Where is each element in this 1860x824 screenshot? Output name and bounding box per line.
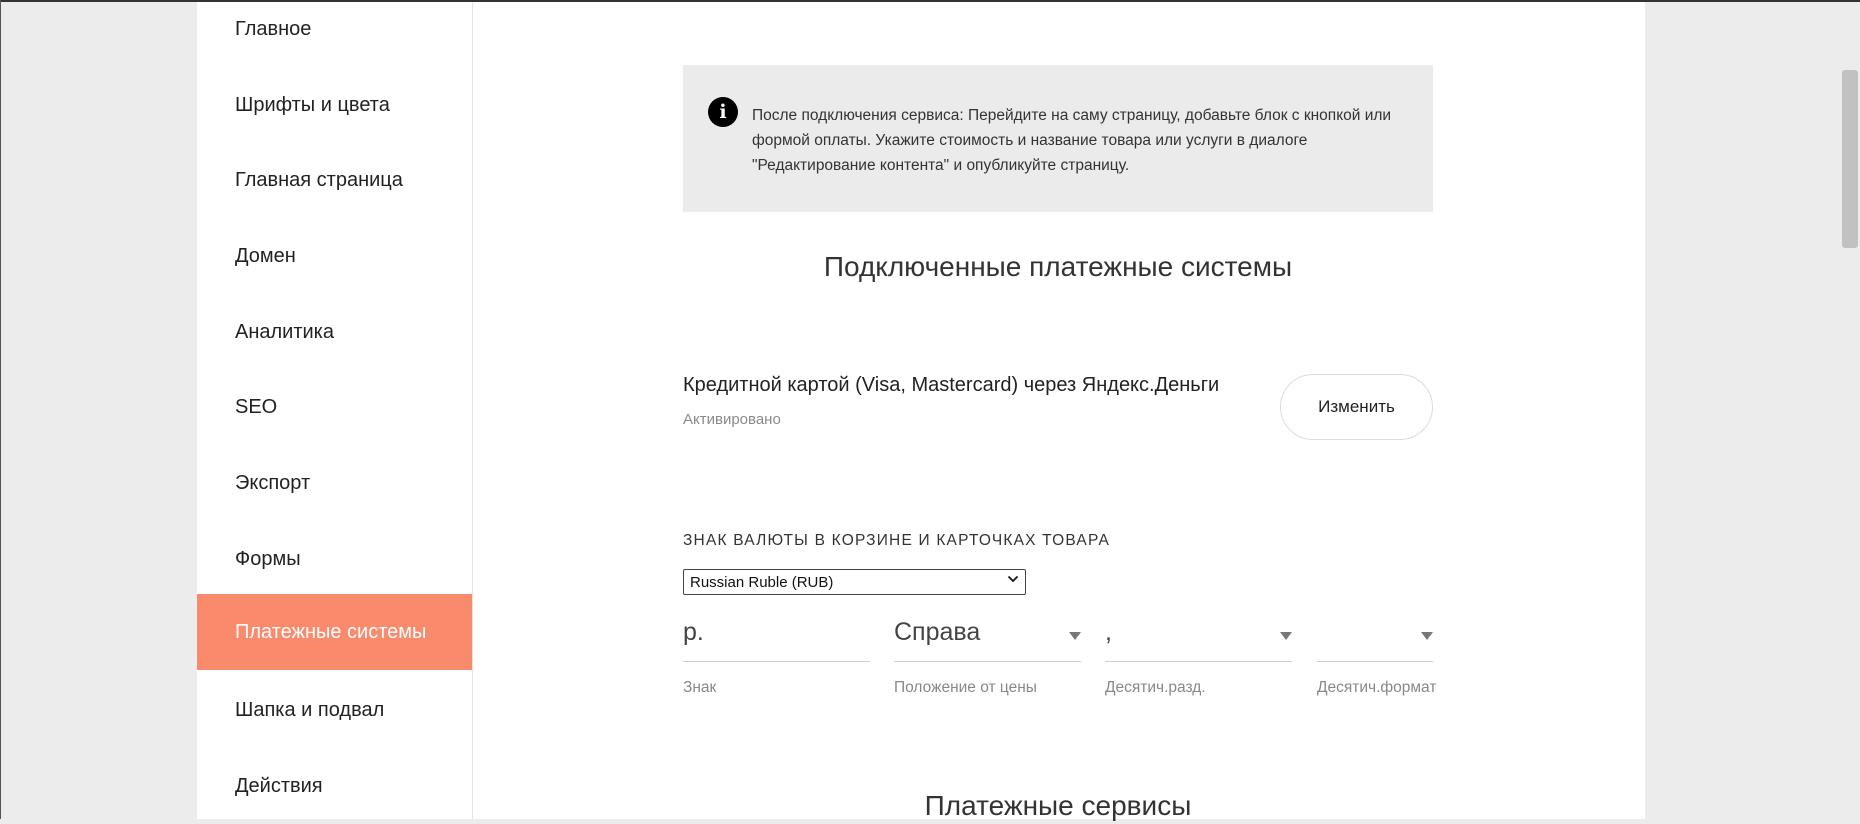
sidebar-item-fonts-colors[interactable]: Шрифты и цвета [197, 67, 472, 143]
sidebar-item-forms[interactable]: Формы [197, 521, 472, 597]
payment-system-name: Кредитной картой (Visa, Mastercard) чере… [683, 374, 1220, 396]
sidebar-item-label: Шрифты и цвета [235, 93, 390, 116]
currency-select[interactable]: Russian Ruble (RUB) [683, 569, 1026, 595]
decimal-format-select[interactable] [1317, 614, 1433, 662]
sidebar-item-label: SEO [235, 395, 278, 418]
sidebar-item-seo[interactable]: SEO [197, 369, 472, 445]
decimal-format-field-label: Десятич.формат [1317, 679, 1437, 696]
sidebar-item-analytics[interactable]: Аналитика [197, 294, 472, 370]
connected-systems-title: Подключенные платежные системы [823, 251, 1293, 282]
sidebar-item-actions[interactable]: Действия [197, 748, 472, 824]
currency-select-value: Russian Ruble (RUB) [690, 573, 834, 591]
sidebar-item-home-page[interactable]: Главная страница [197, 142, 472, 218]
dropdown-arrow-icon [1421, 632, 1433, 640]
decimal-separator-select[interactable]: , [1105, 614, 1292, 662]
decimal-separator-value: , [1105, 618, 1112, 646]
payment-services-title: Платежные сервисы [924, 790, 1192, 821]
sidebar-item-label: Формы [235, 547, 301, 570]
sidebar-item-main[interactable]: Главное [197, 0, 472, 67]
currency-sign-label: ЗНАК ВАЛЮТЫ В КОРЗИНЕ И КАРТОЧКАХ ТОВАРА [683, 532, 1111, 549]
dropdown-arrow-icon [1069, 632, 1081, 640]
currency-position-field-label: Положение от цены [894, 679, 1037, 696]
currency-position-value: Справа [894, 618, 981, 646]
sidebar-item-domain[interactable]: Домен [197, 218, 472, 294]
dropdown-arrow-icon [1280, 632, 1292, 640]
currency-position-select[interactable]: Справа [894, 614, 1081, 662]
sidebar-item-label: Домен [235, 244, 296, 267]
sidebar-item-payment-systems[interactable]: Платежные системы [197, 594, 472, 670]
sidebar-item-header-footer[interactable]: Шапка и подвал [197, 672, 472, 748]
main-content: i После подключения сервиса: Перейдите н… [473, 2, 1645, 821]
chevron-down-icon [1007, 573, 1019, 588]
decimal-separator-field-label: Десятич.разд. [1105, 679, 1206, 696]
window-left-border [0, 0, 1, 819]
sidebar-item-label: Экспорт [235, 471, 311, 494]
sidebar-item-label: Шапка и подвал [235, 698, 385, 721]
settings-sidebar: Главное Шрифты и цвета Главная страница … [197, 2, 473, 819]
sidebar-item-label: Аналитика [235, 320, 334, 343]
payment-system-status: Активировано [683, 411, 781, 428]
sidebar-item-label: Главное [235, 17, 312, 40]
currency-sign-input[interactable]: р. [683, 614, 870, 662]
currency-sign-field-label: Знак [683, 679, 717, 696]
sidebar-item-label: Платежные системы [235, 620, 427, 643]
sidebar-item-label: Действия [235, 774, 323, 797]
currency-sign-value: р. [683, 618, 704, 646]
info-text: После подключения сервиса: Перейдите на … [752, 107, 1392, 174]
edit-payment-button[interactable]: Изменить [1280, 374, 1433, 440]
sidebar-item-label: Главная страница [235, 168, 403, 191]
info-notice: i После подключения сервиса: Перейдите н… [683, 65, 1433, 212]
scrollbar-thumb[interactable] [1842, 70, 1858, 248]
info-icon: i [708, 97, 738, 127]
sidebar-item-export[interactable]: Экспорт [197, 445, 472, 521]
